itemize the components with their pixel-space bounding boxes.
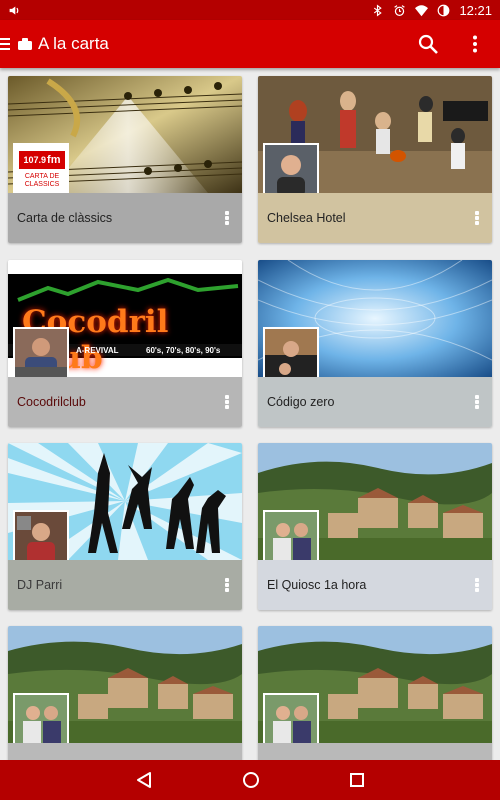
logo-fm: fm — [47, 154, 61, 166]
app-bar: A la carta — [0, 20, 500, 68]
card-overflow-icon[interactable] — [472, 208, 482, 228]
wifi-icon — [415, 4, 429, 16]
card-title: Código zero — [267, 395, 335, 409]
card-title: Carta de clàssics — [17, 211, 113, 225]
program-thumbnail — [258, 626, 492, 743]
card-caption: Cocodrilclub — [8, 377, 242, 427]
card-overflow-icon[interactable] — [222, 208, 232, 228]
battery-icon — [438, 4, 450, 16]
logo-frequency: 107.9 — [23, 155, 47, 165]
card-overflow-icon[interactable] — [472, 575, 482, 595]
search-icon[interactable] — [418, 34, 438, 54]
presenter-photo — [263, 510, 319, 560]
program-thumbnail — [8, 626, 242, 743]
card-caption: Chelsea Hotel — [258, 193, 492, 243]
navigation-bar — [0, 760, 500, 800]
card-caption: Código zero — [258, 377, 492, 427]
program-card[interactable]: Código zero — [258, 260, 492, 427]
program-card[interactable] — [8, 626, 242, 760]
card-caption: DJ Parri — [8, 560, 242, 610]
card-caption: Carta de clàssics — [8, 193, 242, 243]
status-bar: 12:21 — [0, 0, 500, 20]
recents-icon[interactable] — [349, 772, 365, 788]
program-thumbnail: 107.9 fm CARTA DE CLASSICS — [8, 76, 242, 193]
card-title: Cocodrilclub — [17, 395, 86, 409]
program-thumbnail — [258, 76, 492, 193]
card-title: Chelsea Hotel — [267, 211, 346, 225]
program-logo: 107.9 fm CARTA DE CLASSICS — [13, 143, 69, 193]
home-icon[interactable] — [242, 771, 260, 789]
logo-caption: CARTA DE CLASSICS — [24, 173, 60, 188]
program-thumbnail — [8, 443, 242, 560]
presenter-photo — [263, 327, 319, 377]
presenter-photo — [263, 693, 319, 743]
program-card[interactable]: 107.9 fm CARTA DE CLASSICS Carta de clàs… — [8, 76, 242, 243]
card-title: DJ Parri — [17, 578, 63, 592]
folder-icon — [18, 38, 32, 50]
program-card[interactable]: El Quiosc 1a hora — [258, 443, 492, 610]
menu-icon[interactable] — [0, 37, 12, 51]
program-thumbnail — [258, 443, 492, 560]
back-icon[interactable] — [135, 771, 153, 789]
banner-decades: 60's, 70's, 80's, 90's — [146, 346, 221, 355]
card-overflow-icon[interactable] — [222, 575, 232, 595]
program-card[interactable]: DJ Parri — [8, 443, 242, 610]
status-time: 12:21 — [459, 2, 492, 18]
alarm-icon — [394, 4, 406, 16]
program-thumbnail — [258, 260, 492, 377]
volume-icon — [9, 5, 19, 15]
card-overflow-icon[interactable] — [222, 392, 232, 412]
program-card[interactable]: Chelsea Hotel — [258, 76, 492, 243]
program-card[interactable] — [258, 626, 492, 760]
card-overflow-icon[interactable] — [472, 392, 482, 412]
card-caption: El Quiosc 1a hora — [258, 560, 492, 610]
presenter-photo — [13, 327, 69, 377]
card-caption — [8, 743, 242, 760]
program-grid: 107.9 fm CARTA DE CLASSICS Carta de clàs… — [0, 68, 500, 760]
program-card[interactable]: Cocodril Club A-REVIVAL 60's, 70's, 80's… — [8, 260, 242, 427]
page-title: A la carta — [38, 34, 109, 53]
presenter-photo — [13, 693, 69, 743]
banner-subtitle: A-REVIVAL — [76, 346, 119, 355]
app-title-group[interactable]: A la carta — [18, 34, 109, 54]
bluetooth-icon — [374, 3, 383, 17]
program-thumbnail: Cocodril Club A-REVIVAL 60's, 70's, 80's… — [8, 260, 242, 377]
card-caption — [258, 743, 492, 760]
card-title: El Quiosc 1a hora — [267, 578, 367, 592]
presenter-photo — [13, 510, 69, 560]
overflow-menu-icon[interactable] — [472, 35, 478, 53]
presenter-photo — [263, 143, 319, 193]
